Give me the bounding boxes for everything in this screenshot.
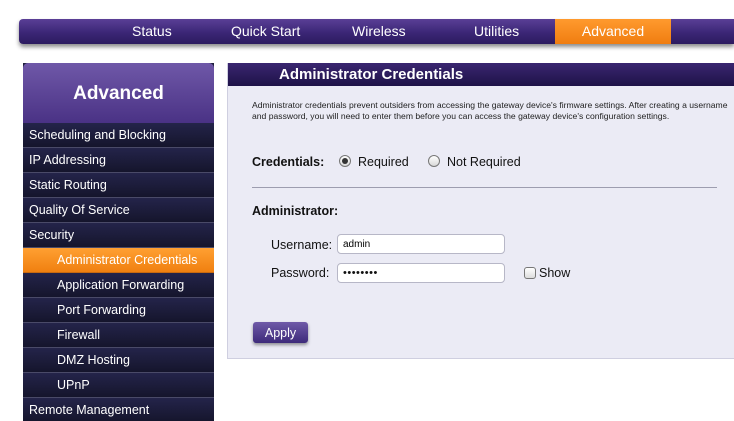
sidebar-item-security[interactable]: Security (23, 223, 214, 248)
sidebar-item-dmz-hosting[interactable]: DMZ Hosting (23, 348, 214, 373)
tab-status[interactable]: Status (132, 19, 172, 44)
tab-utilities[interactable]: Utilities (474, 19, 519, 44)
sidebar-item-static-routing[interactable]: Static Routing (23, 173, 214, 198)
sidebar-item-remote-management[interactable]: Remote Management (23, 398, 214, 421)
tab-wireless[interactable]: Wireless (352, 19, 406, 44)
password-input[interactable]: •••••••• (337, 263, 505, 283)
admin-credentials-panel: Administrator Credentials Administrator … (227, 63, 734, 359)
sidebar-item-firewall[interactable]: Firewall (23, 323, 214, 348)
section-divider (252, 187, 717, 188)
sidebar-item-scheduling-and-blocking[interactable]: Scheduling and Blocking (23, 123, 214, 148)
required-radio[interactable] (339, 155, 351, 167)
password-label: Password: (271, 266, 330, 280)
top-navigation-bar: Status Quick Start Wireless Utilities Ad… (19, 19, 734, 44)
show-password-label[interactable]: Show (539, 266, 570, 280)
page-title: Administrator Credentials (228, 63, 734, 86)
required-radio-label[interactable]: Required (358, 155, 409, 169)
sidebar-item-application-forwarding[interactable]: Application Forwarding (23, 273, 214, 298)
show-password-checkbox[interactable] (524, 267, 536, 279)
sidebar-item-upnp[interactable]: UPnP (23, 373, 214, 398)
username-input[interactable] (337, 234, 505, 254)
not-required-radio-label[interactable]: Not Required (447, 155, 521, 169)
not-required-radio[interactable] (428, 155, 440, 167)
administrator-section-label: Administrator: (252, 204, 339, 218)
username-label: Username: (271, 238, 333, 252)
tab-quick-start[interactable]: Quick Start (231, 19, 300, 44)
sidebar-item-administrator-credentials[interactable]: Administrator Credentials (23, 248, 214, 273)
description-text: Administrator credentials prevent outsid… (252, 100, 728, 121)
sidebar-title: Advanced (23, 63, 214, 123)
sidebar-item-ip-addressing[interactable]: IP Addressing (23, 148, 214, 173)
sidebar: Advanced Scheduling and Blocking IP Addr… (23, 63, 214, 421)
tab-advanced[interactable]: Advanced (555, 19, 671, 44)
apply-button[interactable]: Apply (253, 322, 308, 343)
sidebar-item-quality-of-service[interactable]: Quality Of Service (23, 198, 214, 223)
credentials-label: Credentials: (252, 155, 325, 169)
sidebar-item-port-forwarding[interactable]: Port Forwarding (23, 298, 214, 323)
